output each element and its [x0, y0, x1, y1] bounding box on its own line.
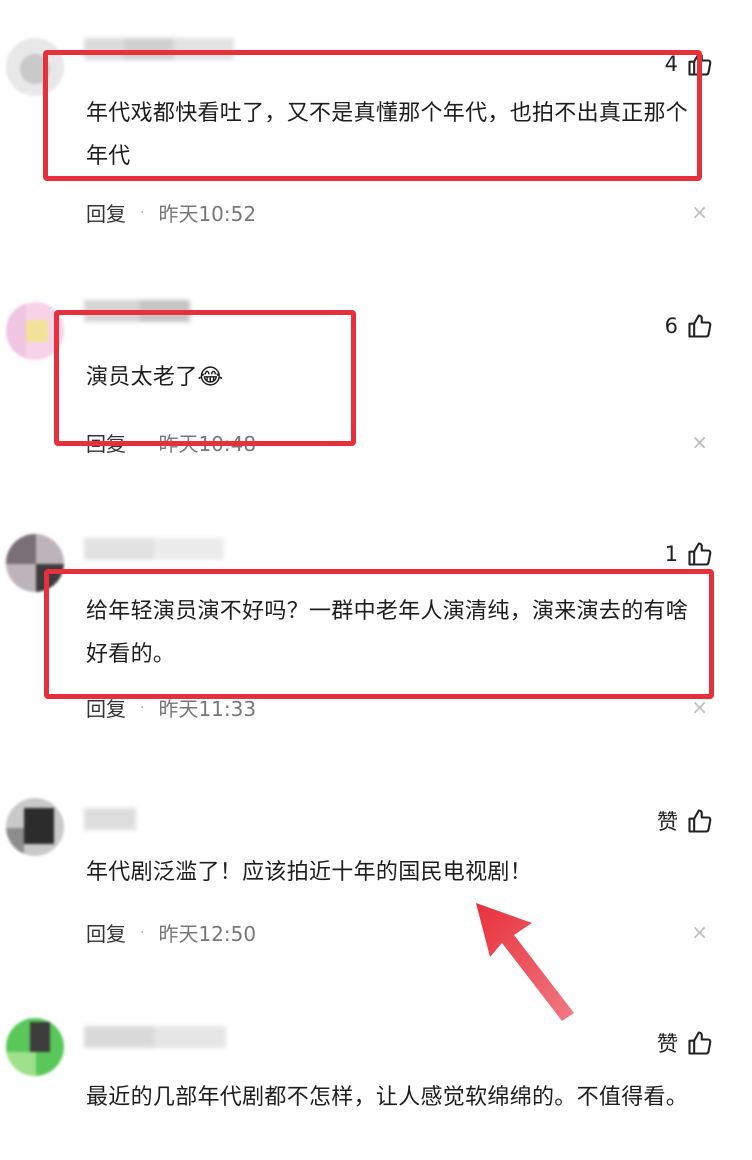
like-count: 4 [664, 52, 678, 76]
comment-text: 年代戏都快看吐了，又不是真懂那个年代，也拍不出真正那个年代 [86, 101, 689, 169]
reply-button[interactable]: 回复 [86, 918, 126, 947]
close-icon[interactable]: × [691, 695, 708, 719]
thumbs-up-icon [688, 52, 712, 76]
avatar[interactable] [6, 798, 64, 856]
username-blurred[interactable] [84, 1026, 226, 1048]
like-count: 赞 [657, 1032, 678, 1056]
timestamp: 昨天10:48 [158, 432, 257, 456]
close-icon[interactable]: × [691, 920, 708, 944]
meta-separator: · [140, 699, 145, 716]
username-blurred[interactable] [84, 300, 190, 322]
close-icon[interactable]: × [691, 430, 708, 454]
like-button[interactable]: 4 [665, 50, 714, 78]
thumbs-up-icon [688, 542, 712, 566]
meta-separator: · [140, 434, 145, 451]
avatar[interactable] [6, 1018, 64, 1076]
timestamp: 昨天12:50 [158, 922, 257, 946]
close-icon[interactable]: × [691, 200, 708, 224]
avatar[interactable] [6, 534, 64, 592]
timestamp: 昨天10:52 [158, 202, 257, 226]
comment-text: 演员太老了😂 [86, 365, 224, 390]
meta-separator: · [140, 204, 145, 221]
username-blurred[interactable] [84, 538, 224, 560]
avatar[interactable] [6, 302, 64, 360]
like-button[interactable]: 赞 [657, 1028, 714, 1058]
timestamp: 昨天11:33 [158, 697, 257, 721]
red-arrow-annotation [476, 903, 574, 1021]
like-button[interactable]: 6 [665, 312, 714, 340]
username-blurred[interactable] [84, 38, 234, 60]
like-button[interactable]: 赞 [657, 806, 714, 836]
like-count: 1 [664, 542, 678, 566]
comment-text: 最近的几部年代剧都不怎样，让人感觉软绵绵的。不值得看。 [86, 1085, 689, 1110]
avatar[interactable] [6, 38, 64, 96]
comment-text: 年代剧泛滥了！应该拍近十年的国民电视剧！ [86, 860, 533, 885]
comment-text: 给年轻演员演不好吗？一群中老年人演清纯，演来演去的有啥好看的。 [86, 599, 689, 667]
reply-button[interactable]: 回复 [86, 428, 126, 457]
thumbs-up-icon [688, 1031, 712, 1055]
reply-button[interactable]: 回复 [86, 198, 126, 227]
like-button[interactable]: 1 [665, 540, 714, 568]
meta-separator: · [140, 924, 145, 941]
like-count: 赞 [657, 810, 678, 834]
username-blurred[interactable] [84, 808, 136, 830]
thumbs-up-icon [688, 314, 712, 338]
thumbs-up-icon [688, 809, 712, 833]
reply-button[interactable]: 回复 [86, 693, 126, 722]
like-count: 6 [664, 314, 678, 338]
